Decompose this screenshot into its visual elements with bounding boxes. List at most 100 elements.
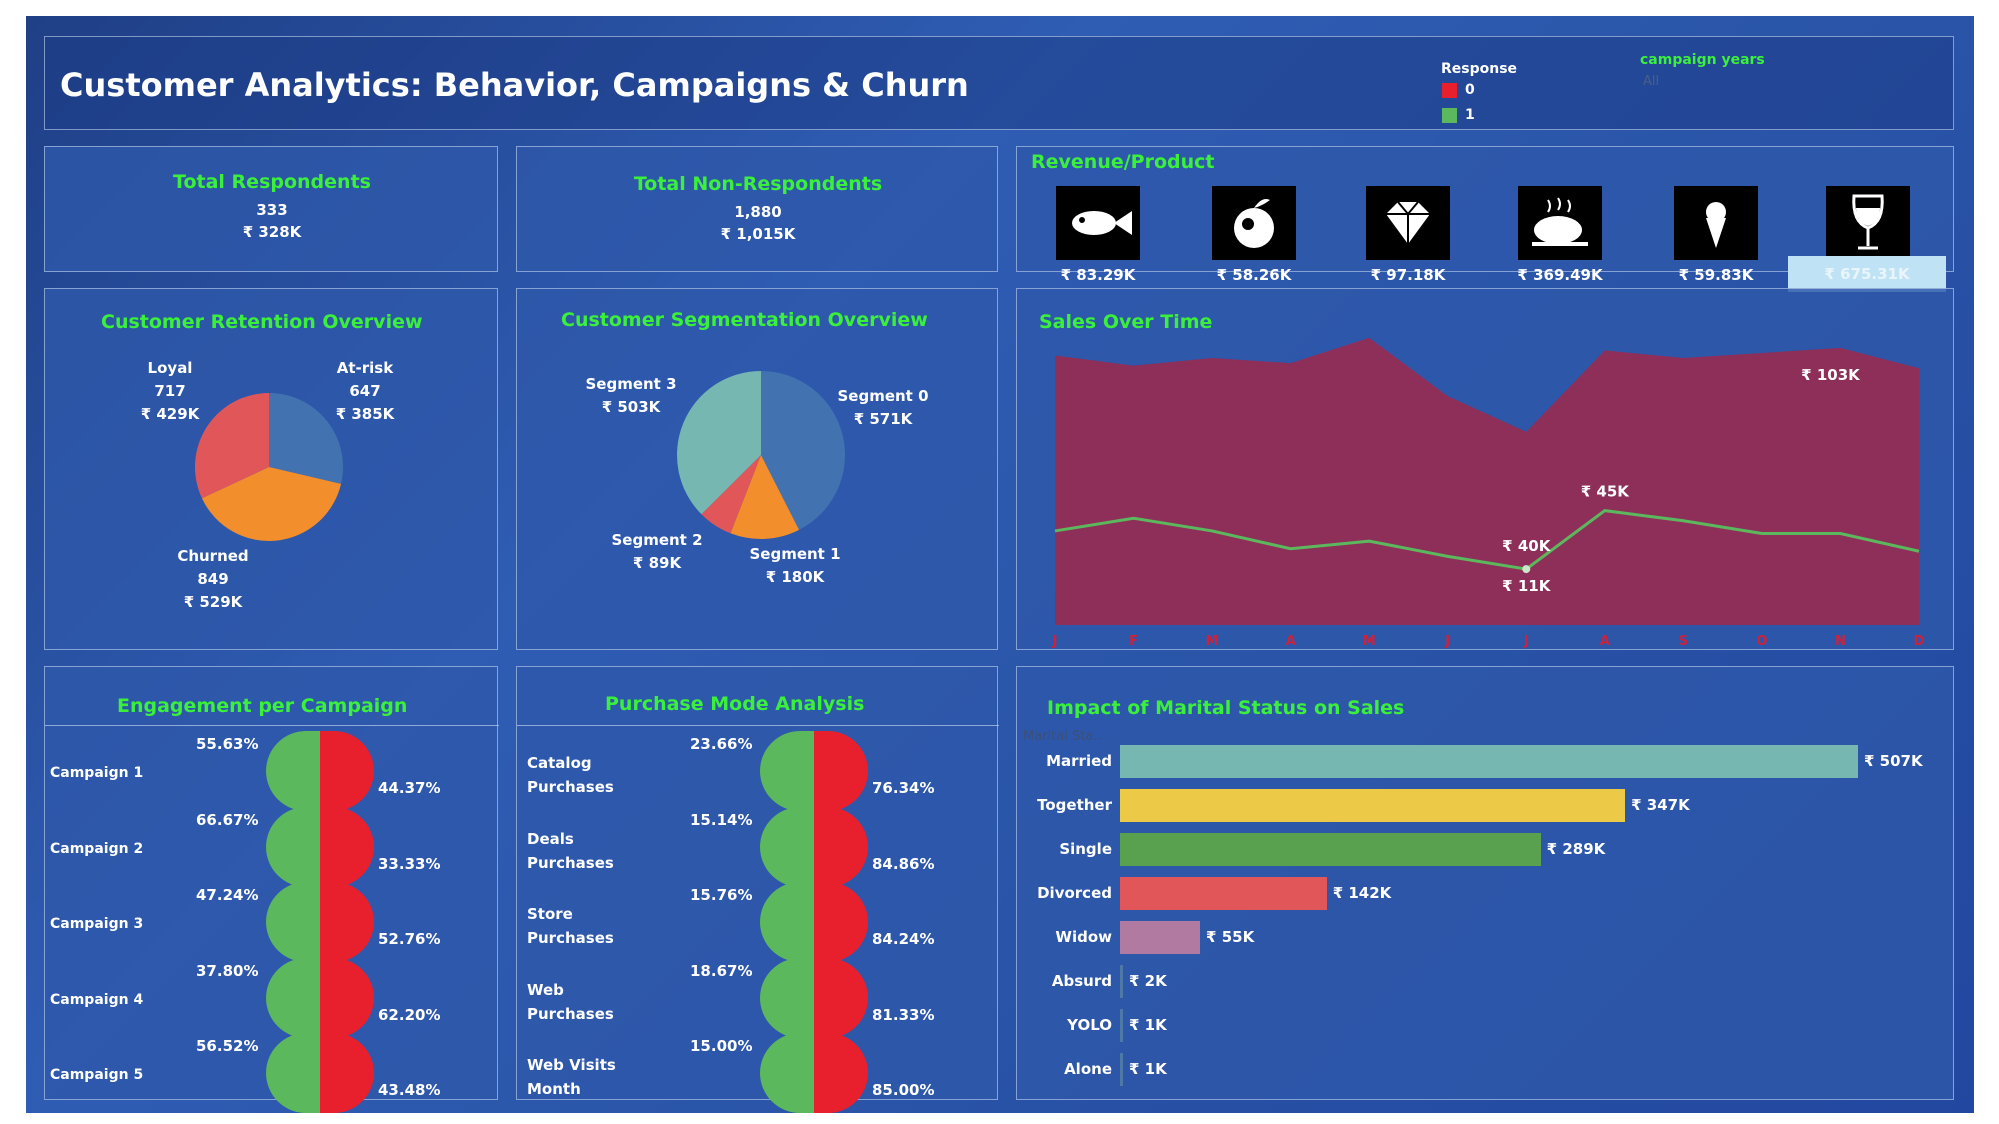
label-loyal: Loyal 717 ₹ 429K bbox=[130, 357, 210, 426]
total-respondents-title: Total Respondents bbox=[173, 171, 371, 193]
product-value: ₹ 58.26K bbox=[1216, 266, 1292, 284]
diamond-icon[interactable] bbox=[1366, 186, 1450, 260]
label-segment-2: Segment 2 ₹ 89K bbox=[607, 529, 707, 575]
pct-response-1: 56.52% bbox=[196, 1037, 259, 1055]
marital-bar[interactable] bbox=[1120, 1009, 1123, 1042]
purchase-mode-title: Purchase Mode Analysis bbox=[605, 693, 865, 715]
marital-bar[interactable] bbox=[1120, 833, 1541, 866]
marital-label: YOLO bbox=[1067, 1016, 1112, 1034]
marital-bar[interactable] bbox=[1120, 965, 1123, 998]
fish-icon[interactable] bbox=[1056, 186, 1140, 260]
category-label-line: Store bbox=[527, 905, 573, 923]
response-legend-title: Response bbox=[1441, 61, 1518, 77]
total-respondents-panel: Total Respondents 333 ₹ 328K bbox=[44, 146, 498, 272]
legend-label-0[interactable]: 0 bbox=[1465, 82, 1475, 98]
at-risk-count: 647 bbox=[349, 382, 381, 400]
at-risk-name: At-risk bbox=[336, 359, 394, 377]
segment-3-name: Segment 3 bbox=[585, 375, 677, 393]
marital-label: Married bbox=[1046, 752, 1112, 770]
category-label: Campaign 1 bbox=[50, 765, 144, 781]
marital-bar[interactable] bbox=[1120, 921, 1201, 954]
marital-value: ₹ 347K bbox=[1631, 796, 1690, 814]
category-label-line: Purchases bbox=[527, 778, 614, 796]
marital-bar[interactable] bbox=[1120, 789, 1626, 822]
pct-response-1: 23.66% bbox=[690, 735, 753, 753]
pct-response-0: 76.34% bbox=[872, 779, 935, 797]
sales-x-tick: D bbox=[1914, 634, 1925, 649]
total-non-respondents-title: Total Non-Respondents bbox=[633, 173, 883, 195]
loyal-count: 717 bbox=[154, 382, 186, 400]
category-label: Campaign 2 bbox=[50, 840, 144, 857]
category-label-line: Catalog bbox=[527, 754, 592, 772]
marital-label: Together bbox=[1037, 796, 1112, 814]
pct-response-1: 15.76% bbox=[690, 886, 753, 904]
sales-over-time-panel: Sales Over Time J F M A M J J A S O N D ₹ 103K ₹ 45K ₹… bbox=[1016, 288, 1954, 650]
marital-bar[interactable] bbox=[1120, 745, 1858, 778]
engagement-divider bbox=[45, 725, 499, 726]
sales-x-tick: N bbox=[1835, 634, 1846, 649]
segment-0-name: Segment 0 bbox=[837, 387, 929, 405]
label-segment-1: Segment 1 ₹ 180K bbox=[745, 543, 845, 589]
loyal-name: Loyal bbox=[147, 359, 193, 377]
sales-x-tick: J bbox=[1052, 634, 1058, 649]
marital-value: ₹ 1K bbox=[1129, 1016, 1167, 1034]
segment-1-amount: ₹ 180K bbox=[765, 568, 825, 586]
pct-response-1: 47.24% bbox=[196, 886, 259, 904]
campaign-years-value[interactable]: All bbox=[1643, 74, 1659, 89]
sales-area-response-0[interactable] bbox=[1055, 337, 1919, 625]
pct-response-1: 37.80% bbox=[196, 961, 259, 980]
category-label: Deals Purchases bbox=[527, 827, 614, 875]
total-respondents-count: 333 bbox=[256, 201, 288, 219]
label-segment-0: Segment 0 ₹ 571K bbox=[833, 385, 933, 431]
category-label: Catalog Purchases bbox=[527, 751, 614, 799]
pct-response-1: 18.67% bbox=[690, 961, 753, 980]
category-label: Campaign 5 bbox=[50, 1067, 144, 1083]
sales-x-tick: O bbox=[1756, 634, 1767, 649]
legend-swatch-1[interactable] bbox=[1442, 108, 1457, 123]
purchase-mode-panel: Purchase Mode Analysis bbox=[516, 666, 999, 1100]
sales-x-tick: A bbox=[1600, 634, 1610, 649]
sweets-icon[interactable] bbox=[1674, 186, 1758, 260]
marital-value: ₹ 1K bbox=[1129, 1060, 1167, 1078]
total-non-respondents-amount: ₹ 1,015K bbox=[720, 225, 796, 243]
pct-response-0: 84.24% bbox=[872, 930, 935, 948]
total-non-respondents-count: 1,880 bbox=[734, 203, 782, 221]
category-label-line: Web bbox=[527, 980, 564, 999]
category-label-line: Web Visits bbox=[527, 1056, 616, 1074]
sales-x-tick: F bbox=[1129, 634, 1138, 649]
category-label-line: Month bbox=[527, 1080, 581, 1098]
sales-annotation: ₹ 40K bbox=[1502, 537, 1552, 555]
marital-axis-header: Marital Sta.. bbox=[1023, 729, 1102, 744]
legend-swatch-0[interactable] bbox=[1442, 83, 1457, 98]
segment-1-name: Segment 1 bbox=[749, 545, 841, 563]
marital-value: ₹ 507K bbox=[1864, 752, 1923, 770]
pct-response-1: 15.00% bbox=[690, 1037, 753, 1055]
at-risk-amount: ₹ 385K bbox=[335, 405, 395, 423]
segmentation-panel: Customer Segmentation Overview Segment 0… bbox=[516, 288, 998, 650]
sales-area-chart: J F M A M J J A S O N D ₹ 103K ₹ 45K ₹ 40K ₹ 11K bbox=[1052, 337, 1925, 649]
pct-response-0: 43.48% bbox=[378, 1081, 441, 1099]
sales-x-tick: J bbox=[1523, 634, 1529, 649]
segment-2-amount: ₹ 89K bbox=[632, 554, 682, 572]
sales-x-tick: M bbox=[1363, 634, 1376, 649]
segment-3-amount: ₹ 503K bbox=[601, 398, 661, 416]
marital-label: Single bbox=[1059, 840, 1112, 858]
pct-response-1: 15.14% bbox=[690, 810, 753, 829]
label-segment-3: Segment 3 ₹ 503K bbox=[581, 373, 681, 419]
category-label-line: Deals bbox=[527, 829, 574, 848]
category-label: Web Purchases bbox=[527, 978, 614, 1026]
meat-icon[interactable] bbox=[1518, 186, 1602, 260]
dashboard-frame: Customer Analytics: Behavior, Campaigns … bbox=[26, 16, 1974, 1113]
fruit-icon[interactable] bbox=[1212, 186, 1296, 260]
total-respondents-amount: ₹ 328K bbox=[242, 223, 302, 241]
pct-response-0: 44.37% bbox=[378, 779, 441, 797]
marital-value: ₹ 2K bbox=[1129, 972, 1167, 990]
label-at-risk: At-risk 647 ₹ 385K bbox=[325, 357, 405, 426]
sales-point-marker[interactable] bbox=[1522, 565, 1531, 574]
legend-label-1[interactable]: 1 bbox=[1465, 107, 1475, 123]
marital-bar[interactable] bbox=[1120, 877, 1327, 910]
wine-icon[interactable] bbox=[1826, 186, 1910, 260]
marital-bar[interactable] bbox=[1120, 1053, 1123, 1086]
revenue-per-product-title: Revenue/Product bbox=[1031, 151, 1215, 173]
product-value: ₹ 97.18K bbox=[1370, 266, 1446, 284]
